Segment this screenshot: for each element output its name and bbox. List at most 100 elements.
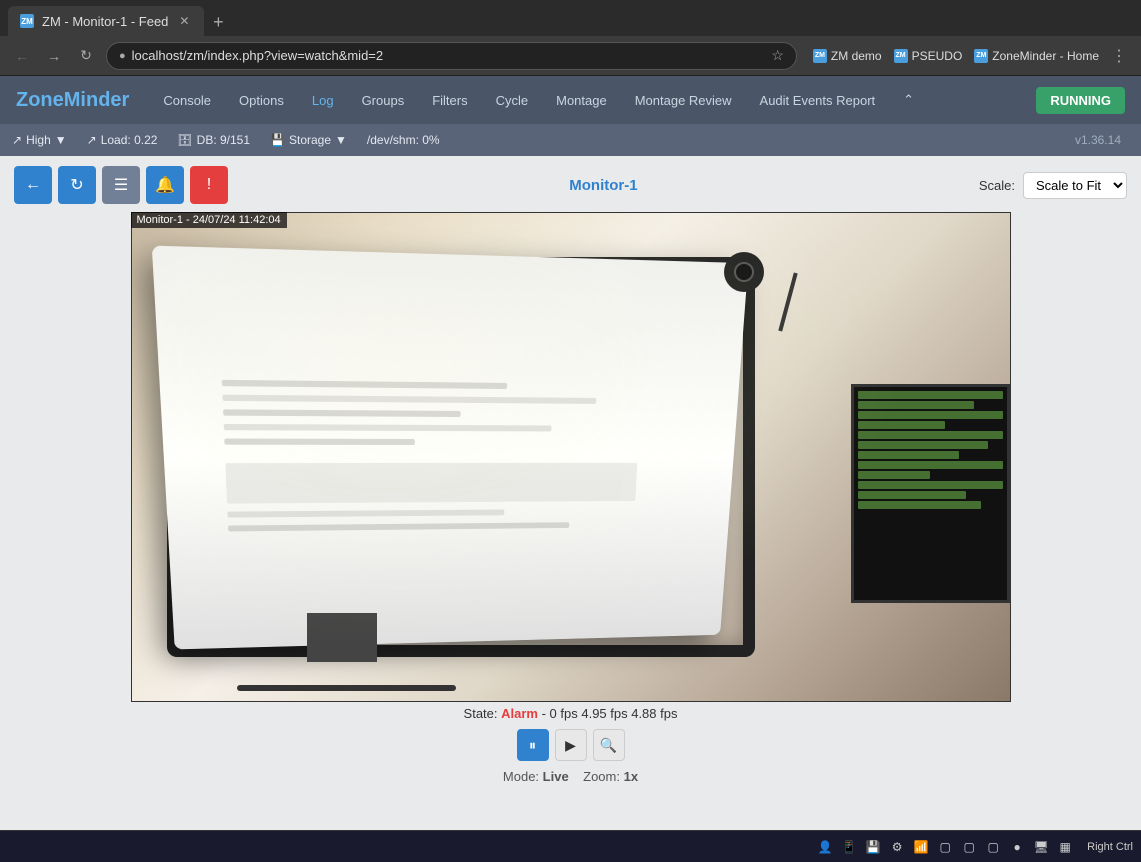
bookmark-favicon-1: ZM	[813, 49, 827, 63]
nav-montage-review[interactable]: Montage Review	[633, 89, 734, 112]
alert-button[interactable]: !	[190, 166, 228, 204]
nav-audit-events[interactable]: Audit Events Report	[758, 89, 878, 112]
zm-brand[interactable]: ZoneMinder	[16, 89, 129, 112]
new-tab-button[interactable]: +	[204, 8, 232, 36]
bookmark-zoneminder-home[interactable]: ZM ZoneMinder - Home	[974, 49, 1099, 63]
pause-button[interactable]: ⏸	[517, 729, 549, 761]
webcam	[724, 252, 764, 292]
taskbar: 👤 📱 💾 ⚙ 📶 ▢ ▢ ▢ ● 🖥 ▦ Right Ctrl	[0, 830, 1141, 862]
monitor-controls: ← ↻ ☰ 🔔 !	[14, 166, 228, 204]
nav-filters[interactable]: Filters	[430, 89, 469, 112]
zoom-label: Zoom:	[583, 769, 620, 784]
url-text: localhost/zm/index.php?view=watch&mid=2	[132, 48, 766, 63]
browser-toolbar: ← → ↻ ● localhost/zm/index.php?view=watc…	[0, 36, 1141, 76]
load-status: ↗ Load: 0.22	[87, 133, 158, 147]
monitor-screen-inner	[152, 245, 748, 649]
bookmark-favicon-2: ZM	[894, 49, 908, 63]
storage-selector[interactable]: 💾 Storage ▼	[270, 133, 347, 147]
taskbar-icon-4[interactable]: ⚙	[887, 837, 907, 857]
smon-row-8	[858, 461, 1002, 469]
scale-select[interactable]: Scale to Fit 100% 150% 200% 50% 75%	[1023, 172, 1127, 199]
bookmark-zm-demo[interactable]: ZM ZM demo	[813, 49, 882, 63]
bandwidth-selector[interactable]: ↗ High ▼	[12, 133, 67, 147]
navbar: ZoneMinder Console Options Log Groups Fi…	[0, 76, 1141, 124]
nav-montage[interactable]: Montage	[554, 89, 609, 112]
notification-button[interactable]: 🔔	[146, 166, 184, 204]
tab-close-button[interactable]: ✕	[176, 13, 192, 29]
bandwidth-label: High	[26, 133, 51, 147]
back-button[interactable]: ←	[14, 166, 52, 204]
version-label: v1.36.14	[1075, 133, 1121, 147]
forward-nav-button[interactable]: →	[42, 44, 66, 68]
bandwidth-dropdown-icon: ▼	[55, 133, 67, 147]
nav-cycle[interactable]: Cycle	[494, 89, 531, 112]
refresh-button[interactable]: ↻	[58, 166, 96, 204]
bookmarks-bar: ZM ZM demo ZM PSEUDO ZM ZoneMinder - Hom…	[813, 49, 1099, 63]
back-nav-button[interactable]: ←	[10, 44, 34, 68]
nav-log[interactable]: Log	[310, 89, 336, 112]
load-label: Load: 0.22	[101, 133, 158, 147]
playback-controls: ⏸ ▶ 🔍	[517, 729, 625, 761]
search-button[interactable]: 🔍	[593, 729, 625, 761]
play-button[interactable]: ▶	[555, 729, 587, 761]
taskbar-icon-10[interactable]: 🖥	[1031, 837, 1051, 857]
webcam-arm	[778, 272, 797, 331]
taskbar-icon-3[interactable]: 💾	[863, 837, 883, 857]
state-fps: - 0 fps 4.95 fps 4.88 fps	[542, 706, 678, 721]
url-bar[interactable]: ● localhost/zm/index.php?view=watch&mid=…	[106, 42, 797, 70]
camera-bottom: State: Alarm - 0 fps 4.95 fps 4.88 fps ⏸…	[131, 706, 1011, 784]
taskbar-icon-7[interactable]: ▢	[959, 837, 979, 857]
smon-row-1	[858, 391, 1002, 399]
taskbar-icon-6[interactable]: ▢	[935, 837, 955, 857]
scale-area: Scale: Scale to Fit 100% 150% 200% 50% 7…	[979, 172, 1127, 199]
taskbar-icon-9[interactable]: ●	[1007, 837, 1027, 857]
browser-tabs: ZM ZM - Monitor-1 - Feed ✕ +	[0, 0, 1141, 36]
second-monitor	[851, 384, 1009, 604]
statusbar: ↗ High ▼ ↗ Load: 0.22 🗄 DB: 9/151 💾 Stor…	[0, 124, 1141, 156]
devshm-status: /dev/shm: 0%	[367, 133, 440, 147]
smon-row-3	[858, 411, 1002, 419]
smon-row-5	[858, 431, 1002, 439]
browser-menu-button[interactable]: ⋮	[1107, 44, 1131, 68]
bandwidth-icon: ↗	[12, 133, 22, 147]
bookmark-label-1: ZM demo	[831, 49, 882, 63]
scale-label: Scale:	[979, 178, 1015, 193]
storage-label: Storage	[289, 133, 331, 147]
smon-row-2	[858, 401, 973, 409]
monitor-stand-neck	[307, 613, 377, 662]
bookmark-pseudo[interactable]: ZM PSEUDO	[894, 49, 963, 63]
smon-row-7	[858, 451, 959, 459]
storage-icon: 💾	[270, 133, 285, 147]
camera-feed	[131, 212, 1011, 702]
nav-caret[interactable]: ⌃	[901, 88, 916, 112]
taskbar-icon-11[interactable]: ▦	[1055, 837, 1075, 857]
main-content: ← ↻ ☰ 🔔 ! Monitor-1 Scale: Scale to Fit …	[0, 156, 1141, 830]
taskbar-icon-1[interactable]: 👤	[815, 837, 835, 857]
bookmark-star-icon[interactable]: ☆	[771, 47, 784, 64]
smon-row-11	[858, 491, 966, 499]
monitor-title: Monitor-1	[569, 177, 637, 194]
taskbar-icon-2[interactable]: 📱	[839, 837, 859, 857]
second-monitor-content	[854, 387, 1006, 601]
state-bar: State: Alarm - 0 fps 4.95 fps 4.88 fps	[464, 706, 678, 721]
zoom-value: 1x	[624, 769, 638, 784]
reload-nav-button[interactable]: ↻	[74, 44, 98, 68]
nav-console[interactable]: Console	[161, 89, 213, 112]
taskbar-icon-8[interactable]: ▢	[983, 837, 1003, 857]
camera-timestamp: Monitor-1 - 24/07/24 11:42:04	[131, 212, 287, 228]
active-tab[interactable]: ZM ZM - Monitor-1 - Feed ✕	[8, 6, 204, 36]
load-icon: ↗	[87, 133, 97, 147]
smon-row-6	[858, 441, 988, 449]
nav-groups[interactable]: Groups	[360, 89, 407, 112]
running-status-button[interactable]: RUNNING	[1036, 87, 1125, 114]
db-status: 🗄 DB: 9/151	[177, 133, 250, 147]
tab-title: ZM - Monitor-1 - Feed	[42, 14, 168, 29]
taskbar-icon-5[interactable]: 📶	[911, 837, 931, 857]
smon-row-9	[858, 471, 930, 479]
camera-scene	[132, 213, 1010, 701]
menu-button[interactable]: ☰	[102, 166, 140, 204]
nav-options[interactable]: Options	[237, 89, 286, 112]
tab-favicon: ZM	[20, 14, 34, 28]
smon-row-4	[858, 421, 944, 429]
db-label: DB: 9/151	[197, 133, 250, 147]
